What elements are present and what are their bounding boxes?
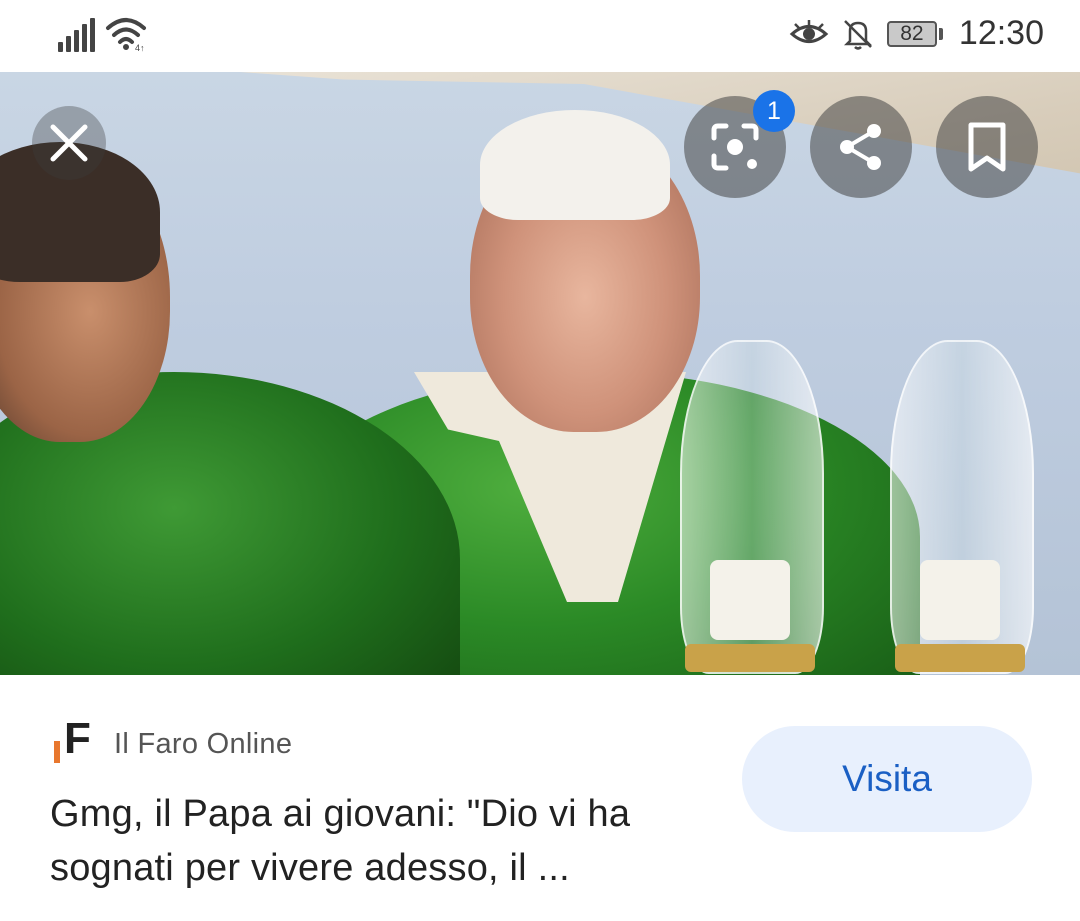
wifi-icon: 4↑ xyxy=(106,18,146,52)
article-card: F Il Faro Online Gmg, il Papa ai giovani… xyxy=(0,675,1080,921)
lens-icon xyxy=(711,123,759,171)
notification-badge: 1 xyxy=(753,90,795,132)
article-image[interactable] xyxy=(0,72,1080,675)
battery-level: 82 xyxy=(886,20,937,47)
source-logo: F xyxy=(52,717,98,767)
article-headline[interactable]: Gmg, il Papa ai giovani: "Dio vi ha sogn… xyxy=(50,787,730,895)
source-name: Il Faro Online xyxy=(114,727,293,760)
source-logo-letter: F xyxy=(64,714,91,763)
eye-icon xyxy=(789,19,829,43)
close-icon xyxy=(50,124,88,162)
status-right: 82 12:30 xyxy=(789,14,1044,53)
visit-button[interactable]: Visita xyxy=(742,726,1032,832)
status-bar: 4↑ 82 12:30 xyxy=(0,0,1080,72)
close-button[interactable] xyxy=(32,106,106,180)
signal-icon xyxy=(58,16,95,52)
clock: 12:30 xyxy=(958,14,1044,52)
share-icon xyxy=(840,124,881,170)
bell-off-icon xyxy=(843,19,872,50)
source-row[interactable]: F Il Faro Online xyxy=(52,717,293,767)
status-left: 4↑ xyxy=(58,16,147,52)
svg-text:4↑: 4↑ xyxy=(135,43,145,52)
share-button[interactable] xyxy=(810,96,912,198)
bookmark-button[interactable] xyxy=(936,96,1038,198)
bookmark-icon xyxy=(968,122,1006,172)
battery-icon: 82 xyxy=(886,20,943,47)
